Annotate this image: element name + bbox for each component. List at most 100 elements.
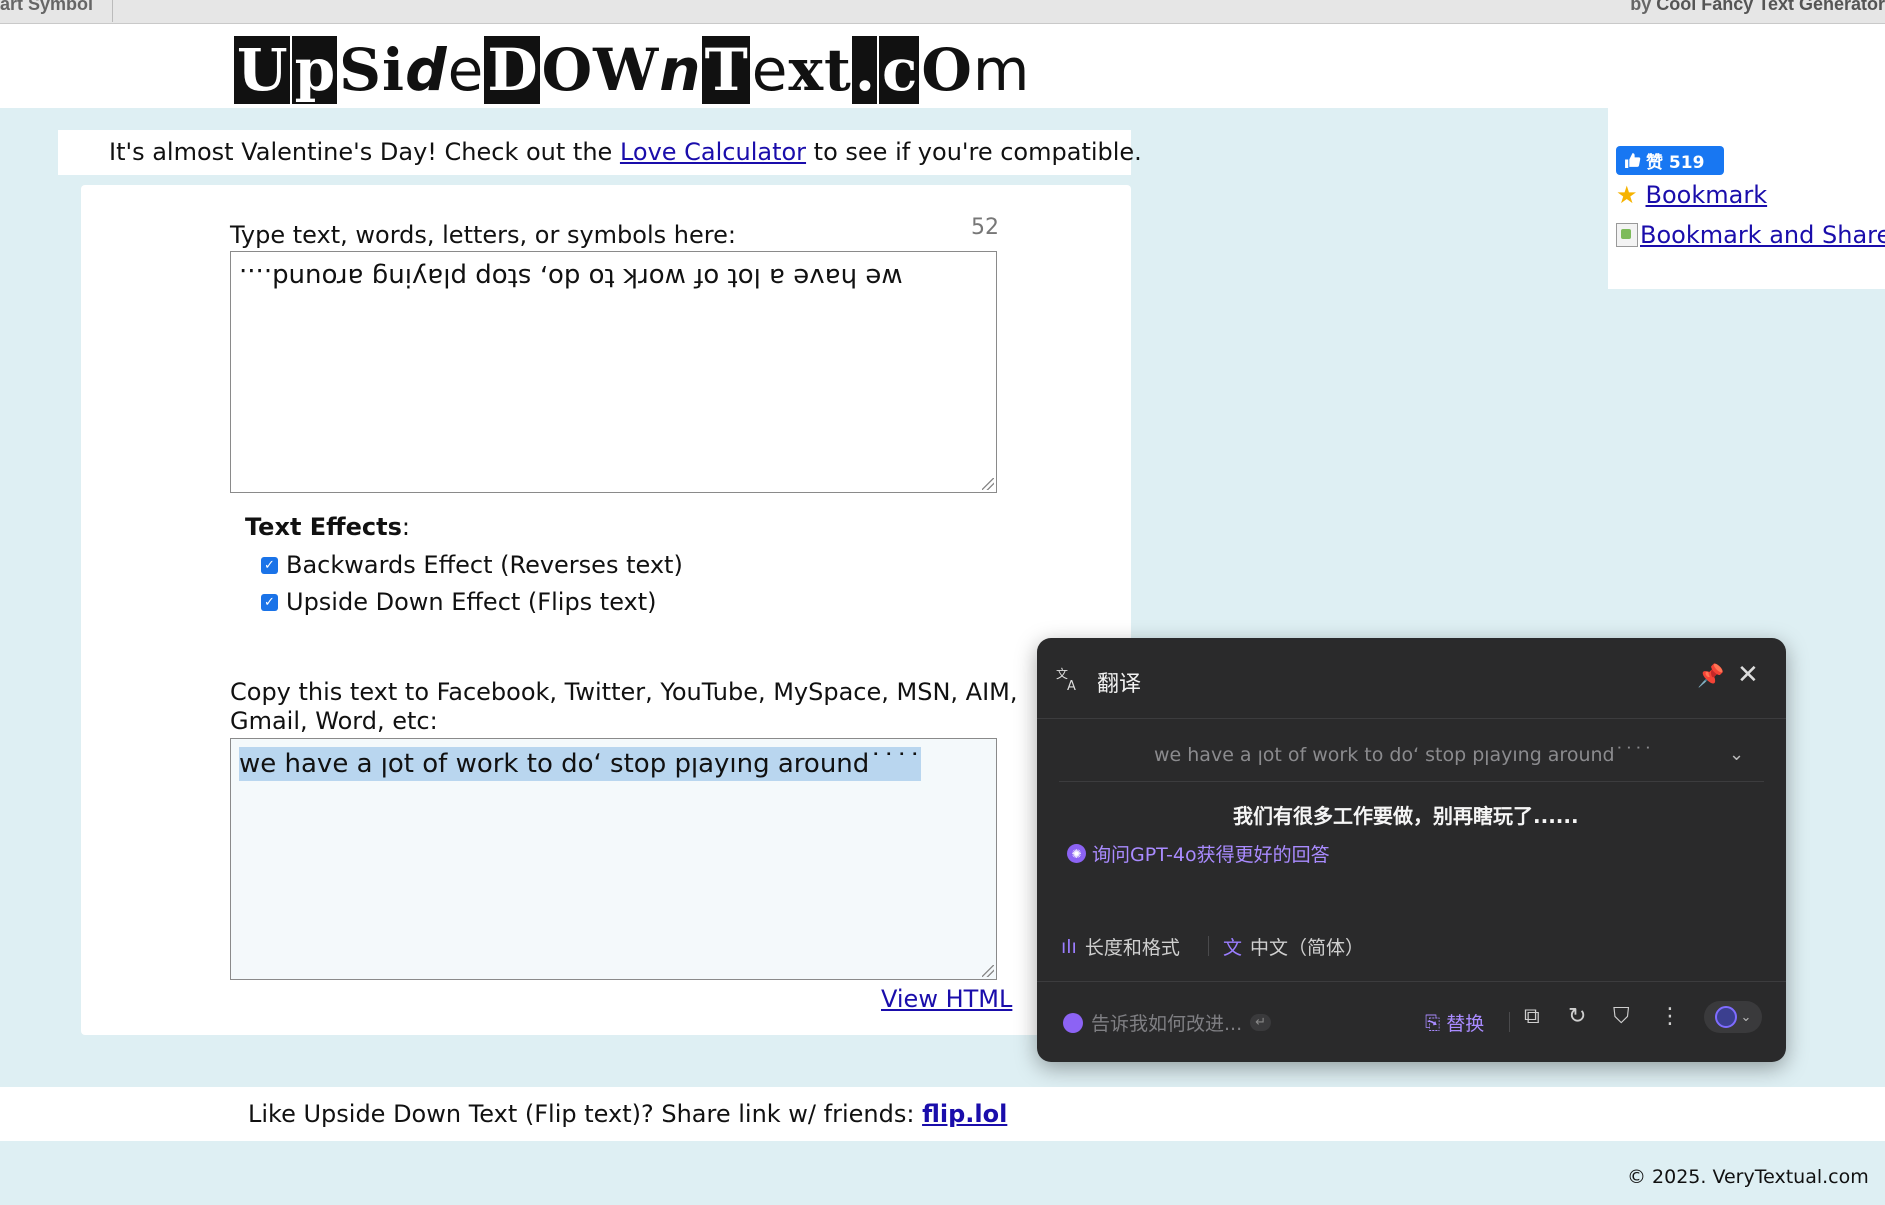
resize-handle-icon[interactable] xyxy=(982,478,994,490)
logo-letter: W xyxy=(593,36,658,104)
length-format-option[interactable]: ılı 长度和格式 xyxy=(1061,933,1180,960)
option-separator xyxy=(1208,936,1209,956)
share-strip: Like Upside Down Text (Flip text)? Share… xyxy=(0,1087,1885,1141)
resize-handle-icon[interactable] xyxy=(982,965,994,977)
logo-letter: e xyxy=(447,36,484,104)
top-separator xyxy=(112,0,113,22)
backwards-effect-option[interactable]: ✓ Backwards Effect (Reverses text) xyxy=(261,551,683,579)
target-language-option[interactable]: 文 中文（简体） xyxy=(1223,933,1364,960)
ask-gpt-label: 询问GPT-4o获得更好的回答 xyxy=(1092,844,1330,866)
translation-popup: 文A 翻译 📌 ✕ we have a ןot of work to doʻ s… xyxy=(1037,638,1786,1062)
logo-letter: e xyxy=(751,36,788,104)
top-right-link[interactable]: Cool Fancy Text Generator xyxy=(1656,0,1885,14)
share-prefix: Like Upside Down Text (Flip text)? Share… xyxy=(248,1100,923,1128)
logo-letter: . xyxy=(851,36,878,104)
popup-divider xyxy=(1037,981,1786,982)
translate-glyph: 文A xyxy=(1056,666,1076,694)
star-icon: ★ xyxy=(1616,181,1638,209)
copy-icon[interactable]: ⧉ xyxy=(1524,1004,1540,1029)
openai-icon: ✺ xyxy=(1067,844,1086,863)
logo-letter: t xyxy=(824,36,851,104)
text-effects-heading: Text Effects: xyxy=(245,513,410,541)
announcement-text: It's almost Valentine's Day! Check out t… xyxy=(109,138,620,166)
text-effects-colon: : xyxy=(401,513,410,541)
more-options-icon[interactable]: ⋮ xyxy=(1659,1004,1681,1029)
top-right-prefix: by xyxy=(1630,0,1657,14)
logo-letter: c xyxy=(879,36,920,104)
logo-letter: m xyxy=(972,36,1029,104)
model-avatar-icon xyxy=(1714,1006,1737,1028)
enter-key-icon: ↵ xyxy=(1250,1014,1272,1031)
flip-lol-link[interactable]: flip.lol xyxy=(922,1100,1007,1128)
source-text[interactable]: we have a ןot of work to doʻ stop pןayın… xyxy=(1154,744,1653,766)
ask-gpt-link[interactable]: ✺ 询问GPT-4o获得更好的回答 xyxy=(1067,840,1330,867)
share-text: Like Upside Down Text (Flip text)? Share… xyxy=(248,1100,1007,1128)
logo-letter: n xyxy=(659,36,700,104)
input-textarea[interactable]: we have a lot of work to do, stop playin… xyxy=(230,251,997,493)
logo-letter: S xyxy=(339,36,381,104)
main-card: Type text, words, letters, or symbols he… xyxy=(81,185,1131,1035)
bookmark-share-row: Bookmark and Share xyxy=(1616,221,1885,249)
upside-down-effect-label: Upside Down Effect (Flips text) xyxy=(286,588,657,616)
replace-label: 替换 xyxy=(1446,1013,1485,1035)
announcement-bar: It's almost Valentine's Day! Check out t… xyxy=(58,130,1142,175)
input-label: Type text, words, letters, or symbols he… xyxy=(230,221,736,249)
facebook-like-button[interactable]: 赞 519 xyxy=(1616,146,1724,175)
replace-icon: ⎘ xyxy=(1425,1011,1441,1034)
logo-letter: O xyxy=(541,36,593,104)
site-logo[interactable]: U p S i d e D O W n T e x t . c O m xyxy=(234,34,1029,104)
bookmark-icon[interactable]: ⛉ xyxy=(1613,1004,1630,1029)
broken-image-icon xyxy=(1616,223,1638,247)
view-html-link[interactable]: View HTML xyxy=(881,985,1012,1013)
backwards-effect-label: Backwards Effect (Reverses text) xyxy=(286,551,683,579)
translate-icon: 文A xyxy=(1055,666,1081,694)
replace-button[interactable]: ⎘ 替换 xyxy=(1425,1009,1484,1036)
copyright-text: © 2025. VeryTextual.com xyxy=(1627,1166,1869,1188)
output-textarea[interactable]: we have a ןot of work to doʻ stop pןayın… xyxy=(230,738,997,980)
logo-letter: T xyxy=(701,36,750,104)
feedback-input[interactable]: 告诉我如何改进... ↵ xyxy=(1063,1009,1272,1036)
popup-divider xyxy=(1059,781,1764,782)
logo-letter: p xyxy=(291,36,338,104)
top-right-credit: by Cool Fancy Text Generator xyxy=(1630,0,1885,15)
waveform-icon: ılı xyxy=(1061,935,1077,958)
output-text: we have a ןot of work to doʻ stop pןayın… xyxy=(239,747,922,781)
bookmark-link[interactable]: Bookmark xyxy=(1646,181,1768,209)
chevron-down-icon[interactable]: ⌄ xyxy=(1729,744,1744,765)
logo-letter: x xyxy=(788,36,823,104)
copy-label: Copy this text to Facebook, Twitter, You… xyxy=(230,678,1018,735)
feedback-placeholder: 告诉我如何改进... xyxy=(1091,1013,1243,1035)
logo-letter: O xyxy=(921,36,972,104)
bookmark-share-link[interactable]: Bookmark and Share xyxy=(1640,221,1885,249)
announcement-text-end: to see if you're compatible. xyxy=(806,138,1142,166)
refresh-icon[interactable]: ↻ xyxy=(1568,1004,1586,1029)
logo-letter: d xyxy=(405,36,447,104)
assistant-face-icon xyxy=(1063,1012,1083,1033)
text-effects-title: Text Effects xyxy=(245,513,402,541)
love-calculator-link[interactable]: Love Calculator xyxy=(620,138,806,166)
thumbs-up-icon xyxy=(1625,153,1641,168)
pin-icon[interactable]: 📌 xyxy=(1697,664,1724,689)
right-sidebar: 赞 519 ★ Bookmark Bookmark and Share xyxy=(1608,108,1885,289)
translation-result: 我们有很多工作要做，别再瞎玩了...... xyxy=(1233,804,1579,828)
target-language-label: 中文（简体） xyxy=(1250,937,1365,959)
logo-letter: U xyxy=(234,36,290,104)
upside-down-effect-checkbox[interactable]: ✓ xyxy=(261,593,278,611)
top-left-link[interactable]: art Symbol xyxy=(0,0,93,15)
popup-divider xyxy=(1037,718,1786,719)
close-icon[interactable]: ✕ xyxy=(1737,660,1759,690)
top-bar: art Symbol by Cool Fancy Text Generator xyxy=(0,0,1885,24)
logo-letter: D xyxy=(484,36,540,104)
input-text: we have a lot of work to do, stop playin… xyxy=(239,262,903,292)
character-count: 52 xyxy=(971,215,999,240)
popup-title: 翻译 xyxy=(1097,672,1142,697)
chevron-down-icon: ⌄ xyxy=(1740,1009,1752,1025)
upside-down-effect-option[interactable]: ✓ Upside Down Effect (Flips text) xyxy=(261,588,657,616)
svg-text:A: A xyxy=(1067,679,1076,692)
backwards-effect-checkbox[interactable]: ✓ xyxy=(261,556,278,574)
logo-letter: i xyxy=(382,36,404,104)
site-header: U p S i d e D O W n T e x t . c O m xyxy=(0,24,1885,108)
language-icon: 文 xyxy=(1223,937,1243,959)
length-format-label: 长度和格式 xyxy=(1084,937,1180,959)
model-selector[interactable]: ⌄ xyxy=(1704,1001,1762,1033)
